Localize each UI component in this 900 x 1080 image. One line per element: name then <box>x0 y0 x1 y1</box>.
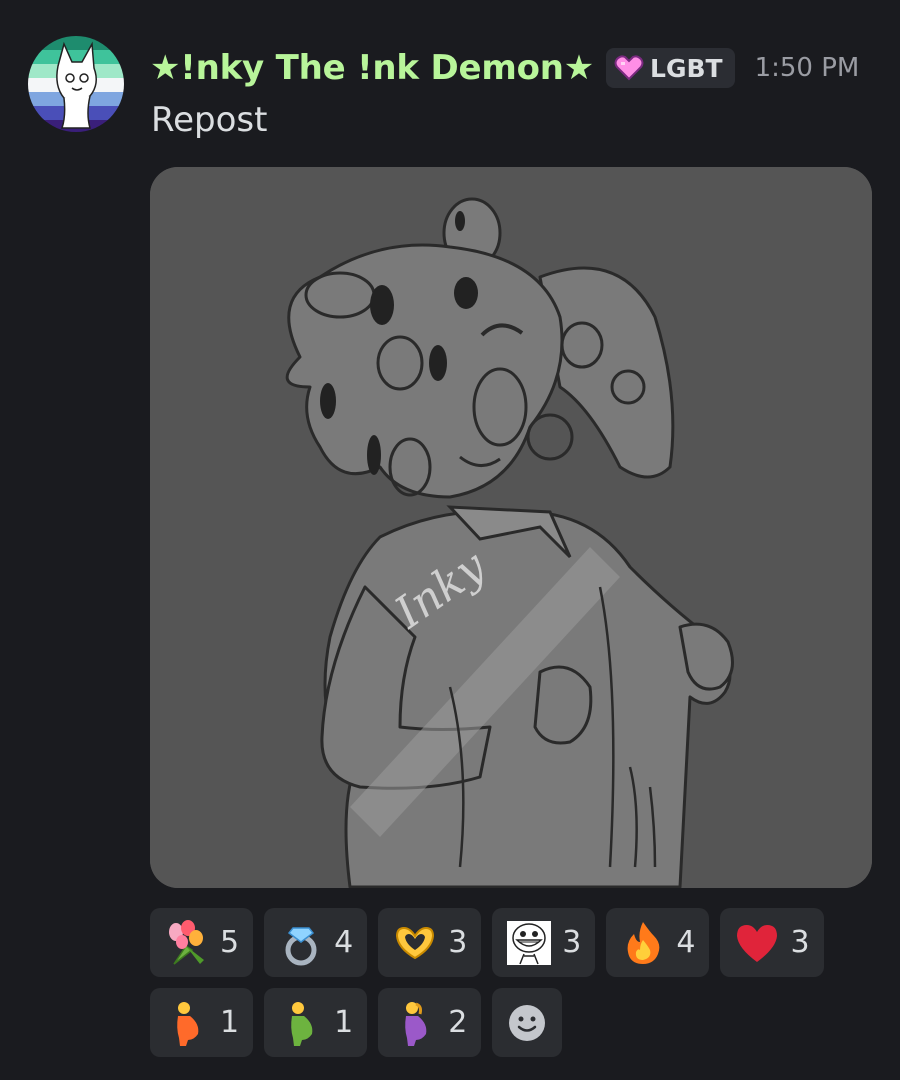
reaction-count: 1 <box>220 1005 240 1040</box>
reaction-count: 5 <box>220 925 240 960</box>
red-heart-icon <box>734 920 780 966</box>
message-timestamp[interactable]: 1:50 PM <box>755 53 860 83</box>
smiley-icon <box>509 1004 546 1041</box>
reaction-pregnant-person-orange[interactable]: 1 <box>150 988 254 1057</box>
pregnant-person-green-icon <box>278 1000 324 1046</box>
reactions-bar: 5 4 3 3 4 3 1 1 2 <box>150 908 870 1057</box>
reaction-count: 3 <box>790 925 810 960</box>
reaction-fire[interactable]: 4 <box>606 908 710 977</box>
heart-hands-icon <box>392 920 438 966</box>
grinning-meme-icon <box>506 920 552 966</box>
badge-label: LGBT <box>650 53 723 83</box>
role-badge[interactable]: LGBT <box>606 48 735 88</box>
diamond-ring-icon <box>278 920 324 966</box>
reaction-tulip-bouquet[interactable]: 5 <box>150 908 254 977</box>
message-text: Repost <box>151 100 268 140</box>
fire-icon <box>620 920 666 966</box>
reaction-count: 2 <box>448 1005 468 1040</box>
reaction-red-heart[interactable]: 3 <box>720 908 824 977</box>
reaction-count: 1 <box>334 1005 354 1040</box>
reaction-count: 3 <box>448 925 468 960</box>
message-header: ★!nky The !nk Demon★ LGBT 1:50 PM <box>150 40 859 96</box>
tulip-bouquet-icon <box>164 919 210 966</box>
reaction-diamond-ring[interactable]: 4 <box>264 908 368 977</box>
reaction-count: 4 <box>334 925 354 960</box>
reaction-pregnant-person-purple[interactable]: 2 <box>378 988 482 1057</box>
drawing-image: Inky <box>150 167 872 888</box>
pregnant-person-orange-icon <box>164 1000 210 1046</box>
avatar-image <box>28 36 124 132</box>
add-reaction-button[interactable] <box>492 988 563 1057</box>
avatar[interactable] <box>28 36 124 132</box>
reaction-pregnant-person-green[interactable]: 1 <box>264 988 368 1057</box>
pregnant-person-purple-icon <box>392 1000 438 1046</box>
author-username[interactable]: ★!nky The !nk Demon★ <box>150 48 594 88</box>
pink-heart-icon <box>614 55 644 81</box>
image-attachment[interactable]: Inky <box>150 167 872 888</box>
reaction-count: 4 <box>676 925 696 960</box>
reaction-heart-hands[interactable]: 3 <box>378 908 482 977</box>
reaction-count: 3 <box>562 925 582 960</box>
reaction-grinning-meme[interactable]: 3 <box>492 908 596 977</box>
